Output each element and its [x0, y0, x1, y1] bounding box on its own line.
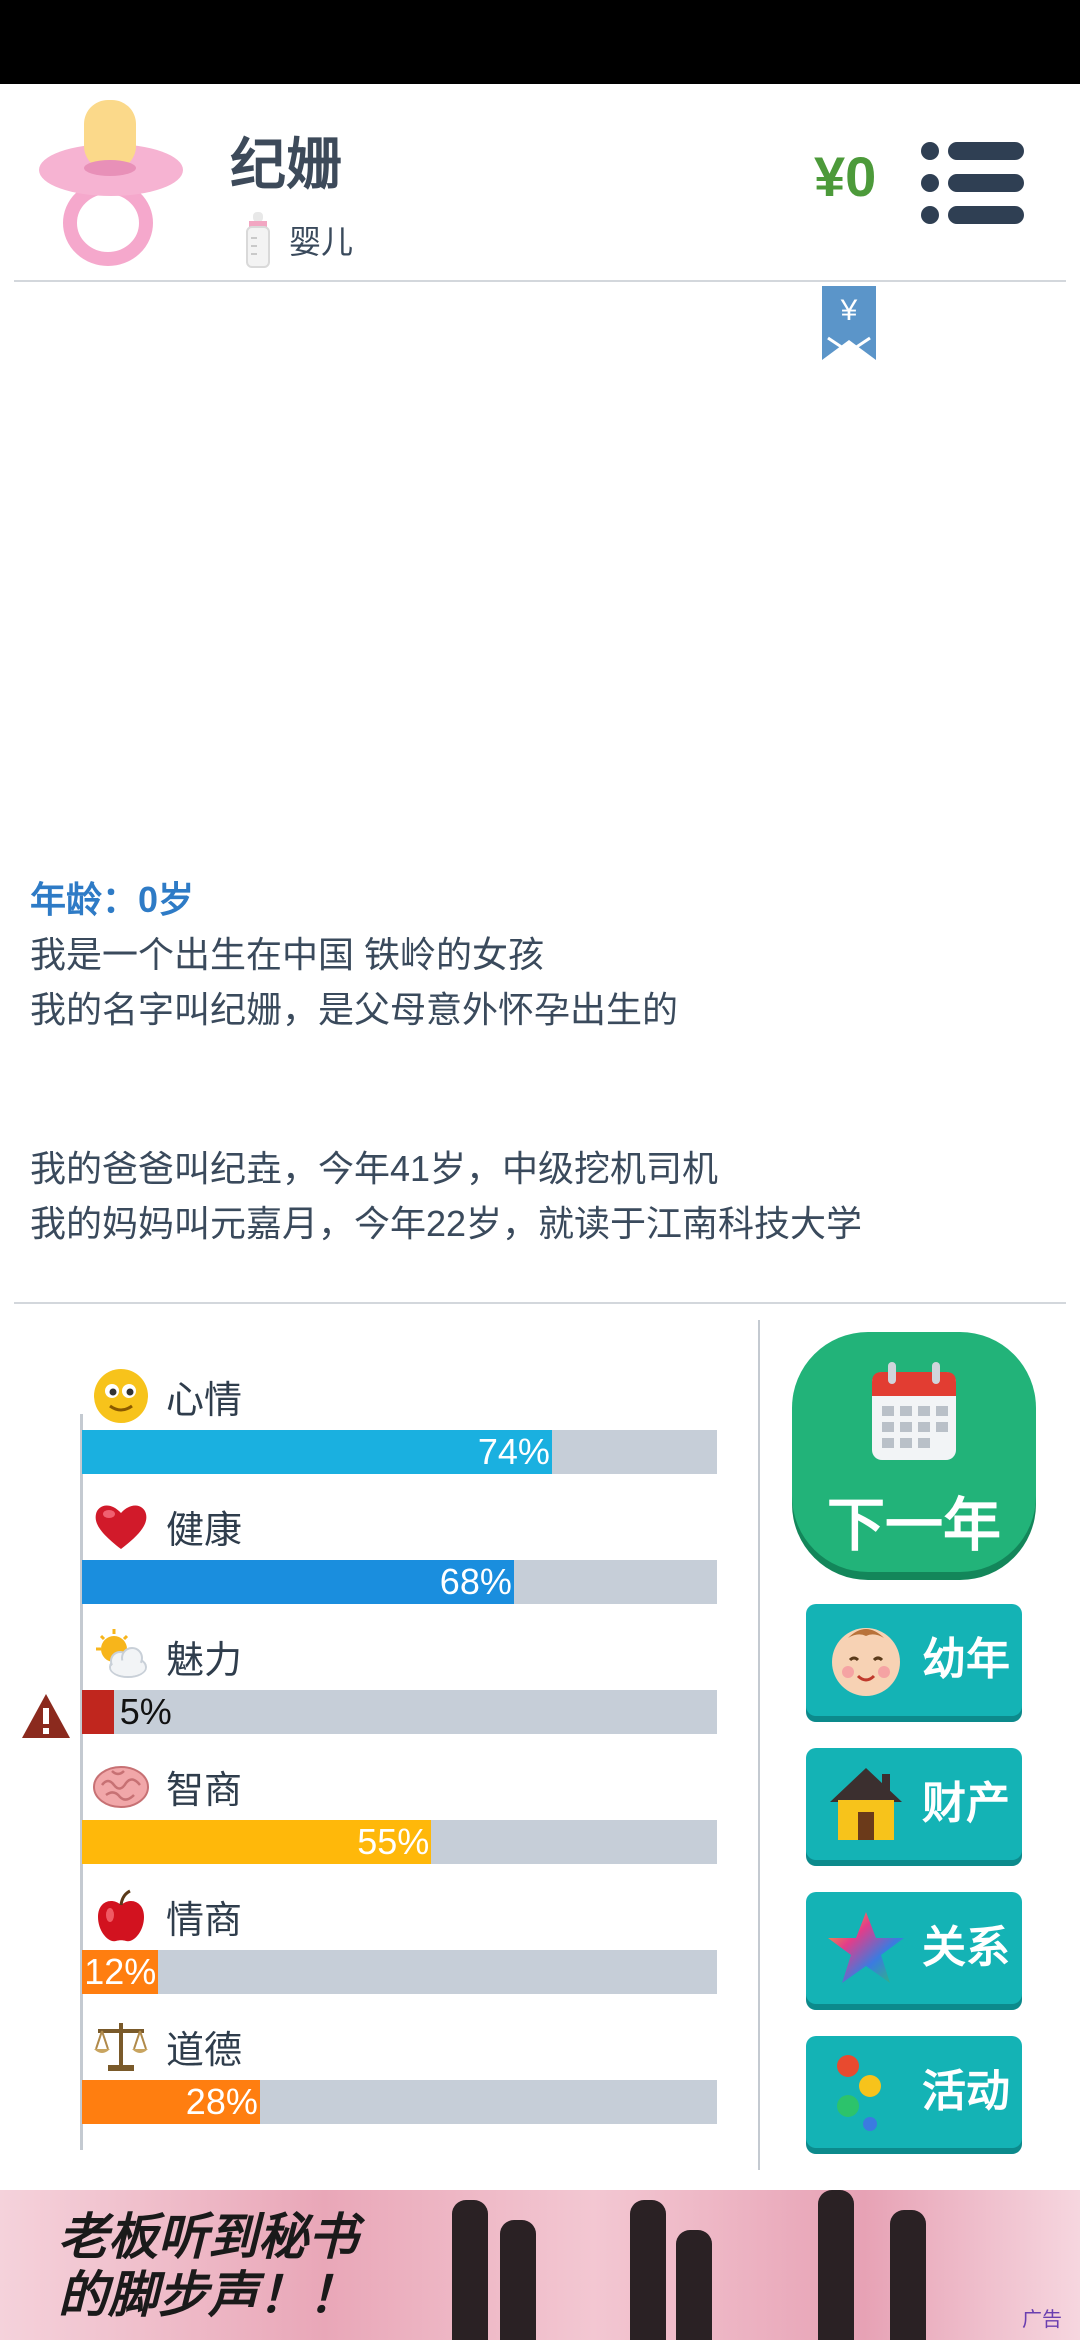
activities-label: 活动: [922, 2067, 1010, 2116]
stat-bar: 5%: [82, 1690, 717, 1734]
stat-label: 情商: [166, 1899, 243, 1942]
ad-line: 老板听到秘书: [58, 2209, 358, 2265]
activities-button[interactable]: 活动: [806, 2036, 1022, 2148]
ad-text: 老板听到秘书 的脚步声！！: [58, 2208, 358, 2324]
stat-label: 心情: [166, 1379, 243, 1422]
assets-label: 财产: [922, 1779, 1010, 1828]
stat-bar: 12%: [82, 1950, 717, 1994]
stat-label: 魅力: [166, 1639, 243, 1682]
story-log: 年龄：0岁 我是一个出生在中国 铁岭的女孩 我的名字叫纪姗，是父母意外怀孕出生的…: [30, 872, 1050, 1251]
stats-divider: [14, 1302, 1066, 1304]
stat-bar: 28%: [82, 2080, 717, 2124]
assets-button[interactable]: 财产: [806, 1748, 1022, 1860]
panel-separator: [758, 1320, 760, 2170]
stat-bar: 74%: [82, 1430, 717, 1474]
house-icon: [830, 1768, 902, 1840]
money-bookmark-icon[interactable]: ¥: [822, 286, 876, 360]
header-divider: [14, 280, 1066, 282]
next-year-button[interactable]: 下一年: [792, 1332, 1036, 1572]
profile-header: 纪姗 婴儿 ¥0: [0, 84, 1080, 284]
story-line: 我的名字叫纪姗，是父母意外怀孕出生的: [30, 989, 679, 1030]
childhood-button[interactable]: 幼年: [806, 1604, 1022, 1716]
stat-percent: 68%: [439, 1561, 512, 1602]
relations-button[interactable]: 关系: [806, 1892, 1022, 2004]
heart-icon: [95, 1505, 147, 1549]
menu-icon[interactable]: [920, 138, 1026, 228]
baby-face-icon: [832, 1628, 900, 1696]
story-line: 我的爸爸叫纪垚，今年41岁，中级挖机司机: [30, 1148, 719, 1189]
stat-label: 智商: [166, 1769, 243, 1812]
status-bar: [0, 0, 1080, 84]
next-year-label: 下一年: [826, 1493, 1001, 1558]
calendar-icon: [872, 1362, 956, 1460]
weather-icon: [96, 1629, 147, 1678]
ad-banner[interactable]: 老板听到秘书 的脚步声！！ 广告: [0, 2190, 1080, 2340]
stat-percent: 28%: [185, 2081, 258, 2122]
warning-icon: [22, 1694, 70, 1738]
scales-icon: [94, 2023, 148, 2071]
stat-percent: 12%: [84, 1951, 157, 1992]
bookmark-symbol: ¥: [840, 294, 858, 327]
stat-label: 健康: [166, 1509, 243, 1552]
baby-bottle-icon: [246, 212, 270, 268]
stat-percent: 74%: [477, 1431, 550, 1472]
ad-line: 的脚步声！！: [58, 2267, 358, 2323]
stat-bar: 55%: [82, 1820, 717, 1864]
stat-percent: 55%: [357, 1821, 430, 1862]
life-stage-label: 婴儿: [289, 224, 354, 260]
life-stage: 婴儿: [245, 210, 353, 270]
character-name: 纪姗: [230, 133, 342, 196]
age-line: 年龄：0岁: [30, 879, 195, 920]
relations-label: 关系: [922, 1923, 1010, 1972]
story-line: 我的妈妈叫元嘉月，今年22岁，就读于江南科技大学: [30, 1203, 863, 1244]
stat-bar: 68%: [82, 1560, 717, 1604]
stat-fill: [82, 1690, 114, 1734]
activities-icon: [837, 2055, 881, 2131]
ad-tag: 广告: [1022, 2309, 1062, 2331]
star-icon: [828, 1912, 904, 1983]
childhood-label: 幼年: [922, 1635, 1010, 1684]
brain-icon: [93, 1766, 149, 1808]
money-display: ¥0: [814, 145, 877, 208]
pacifier-avatar: [39, 100, 183, 266]
apple-icon: [98, 1889, 144, 1942]
story-line: 我是一个出生在中国 铁岭的女孩: [30, 934, 545, 975]
stats-axis: [80, 1414, 83, 2150]
stat-label: 道德: [166, 2029, 243, 2072]
smiley-icon: [94, 1369, 148, 1423]
stat-percent: 5%: [119, 1691, 172, 1732]
